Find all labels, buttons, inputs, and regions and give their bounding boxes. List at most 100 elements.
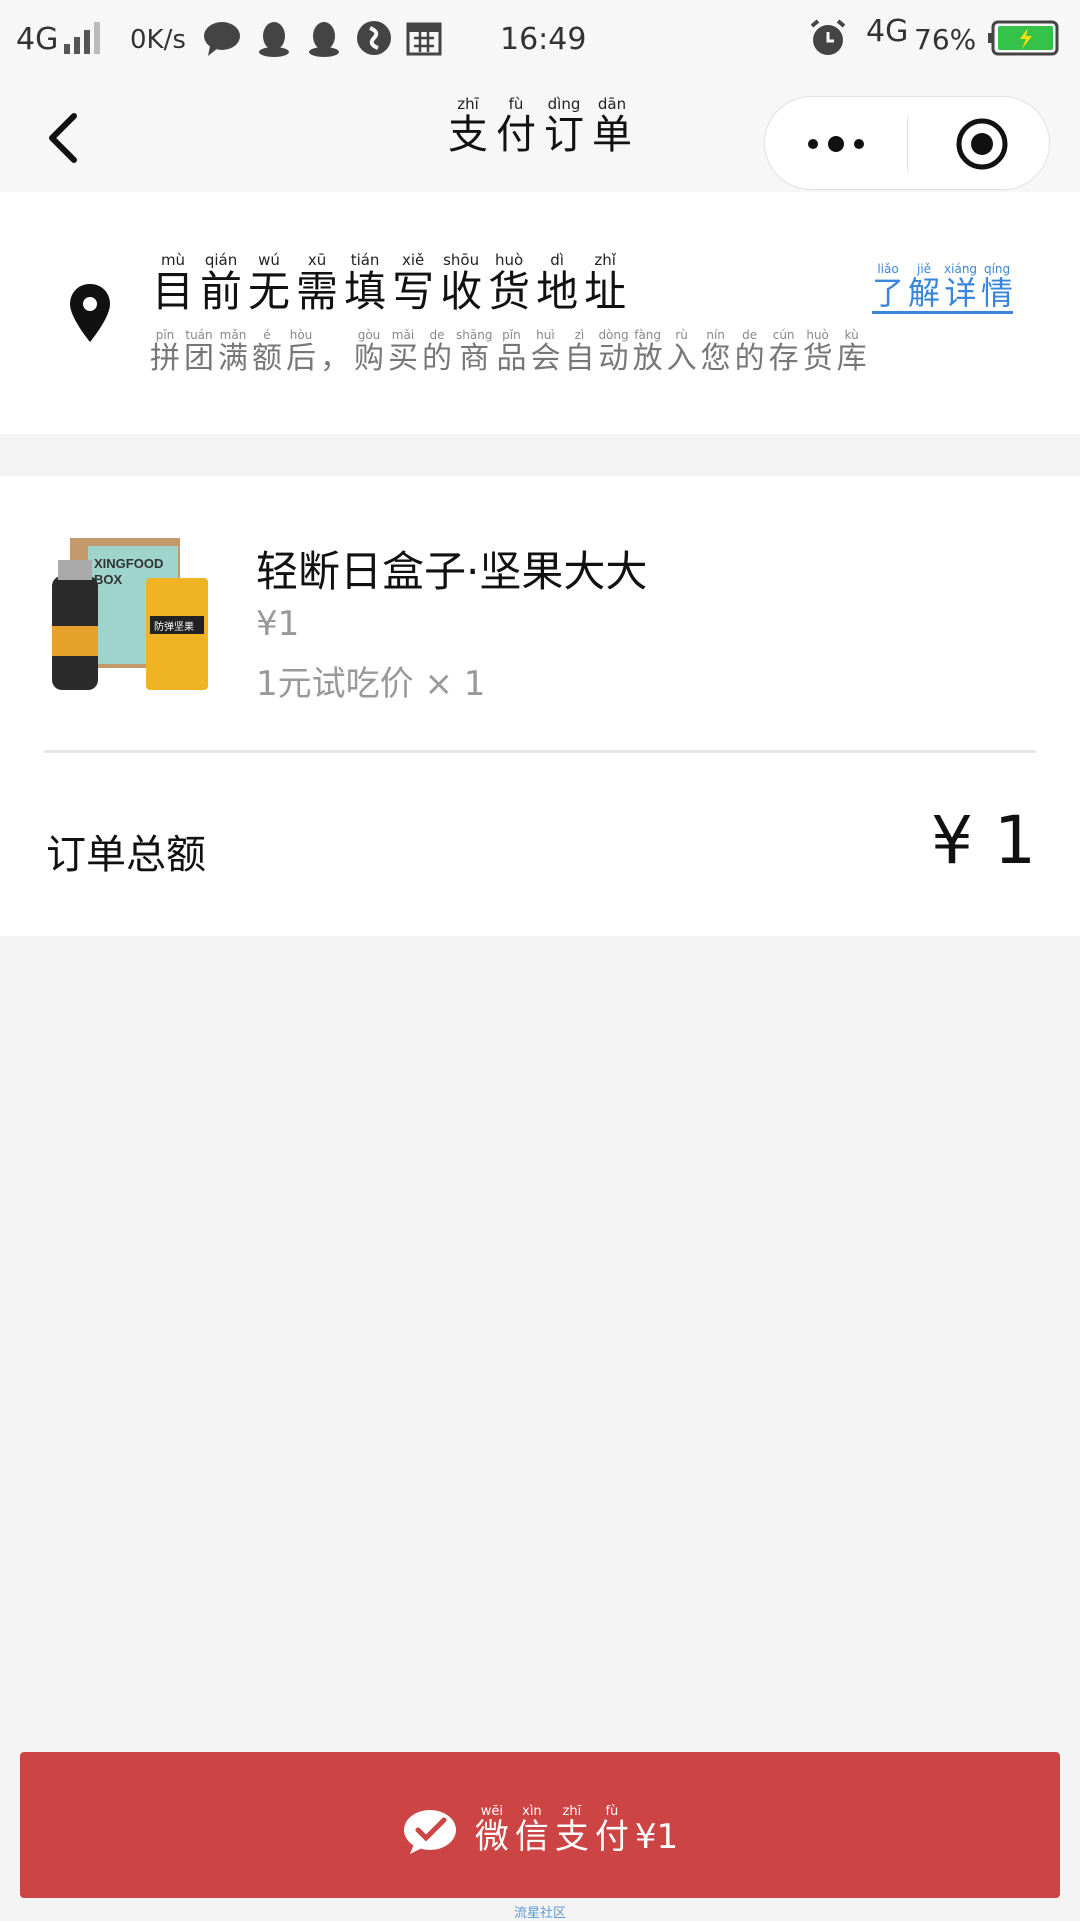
hanzi: 您 xyxy=(700,341,731,376)
nav-bar: zhī 支 fù 付 dìng 订 dān 单 xyxy=(0,84,1080,192)
hanzi: 的 xyxy=(734,341,765,376)
ruby-char: huì 会 xyxy=(530,327,560,375)
order-card: XINGFOOD BOX 防弹坚果 轻断日盒子·坚果大大 ¥1 1元试吃价 × … xyxy=(0,476,1080,936)
ruby-char: de 的 xyxy=(735,327,765,375)
ruby-char: wú 无 xyxy=(248,250,290,314)
hanzi: 订 xyxy=(544,112,584,158)
hanzi: 货 xyxy=(488,267,531,316)
ruby-char: mǎi 买 xyxy=(388,327,418,375)
ruby-char: huò 货 xyxy=(803,327,833,375)
hanzi: 付 xyxy=(594,1817,629,1857)
ruby-char: qián 前 xyxy=(200,250,242,314)
chat-icon xyxy=(204,22,240,56)
ruby-char: pǐn 品 xyxy=(496,327,526,375)
ruby-char: mù 目 xyxy=(152,250,194,314)
order-total-amount: ¥ 1 xyxy=(931,802,1036,879)
hanzi: 微 xyxy=(474,1817,509,1857)
product-thumbnail[interactable]: XINGFOOD BOX 防弹坚果 xyxy=(48,538,224,696)
hanzi: ， xyxy=(320,341,350,376)
mini-program-capsule xyxy=(764,96,1050,190)
hanzi: 解 xyxy=(908,274,941,312)
ruby-char: xiáng 详 xyxy=(944,261,977,311)
ruby-char: liǎo 了 xyxy=(872,261,904,311)
ruby-char: jiě 解 xyxy=(908,261,940,311)
ruby-char: zì 自 xyxy=(564,327,594,375)
page-title-text: zhī 支 fù 付 dìng 订 dān 单 xyxy=(448,94,632,156)
ruby-char: dòng 动 xyxy=(598,327,628,375)
ruby-char: pīn 拼 xyxy=(150,327,180,375)
hanzi: 团 xyxy=(184,341,214,376)
ruby-char: kù 库 xyxy=(837,327,867,375)
hanzi: 的 xyxy=(422,341,452,376)
battery-percent: 76% xyxy=(914,23,977,56)
net-speed: 0K/s xyxy=(130,25,186,55)
ruby-char: qíng 情 xyxy=(981,261,1013,311)
qq-icon xyxy=(309,22,339,57)
pay-button-label: wēi 微 xìn 信 zhī 支 fù 付 ¥1 xyxy=(475,1804,678,1856)
battery-icon xyxy=(988,20,1059,56)
ruby-char: zhǐ 址 xyxy=(584,250,626,314)
ruby-char: rù 入 xyxy=(667,327,697,375)
hanzi: 满 xyxy=(218,341,248,376)
hanzi: 地 xyxy=(536,267,579,316)
ruby-char: huò 货 xyxy=(488,250,530,314)
ruby-char: ， xyxy=(320,327,350,375)
learn-more-link[interactable]: liǎo 了 jiě 解 xiáng 详 qíng 情 xyxy=(872,258,1014,314)
hanzi: 收 xyxy=(440,267,483,316)
hanzi: 情 xyxy=(981,274,1014,312)
hanzi: 商 xyxy=(459,341,490,376)
ruby-char: wēi 微 xyxy=(475,1804,509,1856)
hanzi: 存 xyxy=(768,341,799,376)
watermark: 流星社区 xyxy=(513,1906,566,1921)
box-label-1: XINGFOOD xyxy=(94,556,163,571)
hanzi: 无 xyxy=(248,267,291,316)
ruby-char: dān 单 xyxy=(592,94,632,156)
hanzi: 库 xyxy=(836,341,867,376)
ruby-char: nín 您 xyxy=(701,327,731,375)
hanzi: 详 xyxy=(944,274,977,312)
network-type: 4G xyxy=(16,22,59,57)
hanzi: ¥1 xyxy=(634,1817,679,1857)
address-card: mù 目 qián 前 wú 无 xū 需 tián 填 xiě 写 shōu 收 huò 货 dì 地 zhǐ 址 … xyxy=(0,192,1080,434)
hanzi: 单 xyxy=(592,112,632,158)
wechat-pay-button[interactable]: wēi 微 xìn 信 zhī 支 fù 付 ¥1 xyxy=(20,1752,1060,1898)
ruby-char: shāng 商 xyxy=(456,327,492,375)
hanzi: 址 xyxy=(584,267,627,316)
ruby-char: cún 存 xyxy=(769,327,799,375)
hanzi: 填 xyxy=(344,267,387,316)
ruby-char: tián 填 xyxy=(344,250,386,314)
ruby-char: de 的 xyxy=(422,327,452,375)
more-icon[interactable] xyxy=(805,127,867,161)
ruby-char: tuán 团 xyxy=(184,327,214,375)
hanzi: 信 xyxy=(514,1817,549,1857)
status-bar: 4G 0K/s 16:49 4G 76% xyxy=(0,0,1080,84)
clock: 16:49 xyxy=(500,22,587,57)
product-spec: 1元试吃价 × 1 xyxy=(256,664,486,704)
ruby-char: hòu 后 xyxy=(286,327,316,375)
hanzi: 了 xyxy=(872,274,905,312)
hanzi: 放 xyxy=(632,341,663,376)
ruby-char: xū 需 xyxy=(296,250,338,314)
pinyin: dìng xyxy=(547,95,581,113)
ruby-char: é额 xyxy=(252,327,282,375)
pinyin: fù xyxy=(508,95,524,113)
alarm-icon xyxy=(810,19,846,55)
signal-icon xyxy=(64,22,100,54)
hanzi: 目 xyxy=(152,267,195,316)
bag-label: 防弹坚果 xyxy=(154,620,194,633)
ruby-char: xiě 写 xyxy=(392,250,434,314)
ruby-char: dì 地 xyxy=(536,250,578,314)
product-name[interactable]: 轻断日盒子·坚果大大 xyxy=(256,538,647,599)
hanzi: 动 xyxy=(598,341,629,376)
hanzi: 拼 xyxy=(150,341,180,376)
ruby-char: xìn 信 xyxy=(515,1804,549,1856)
pinyin: zhī xyxy=(457,95,479,113)
pinyin: dān xyxy=(597,95,627,113)
music-icon xyxy=(357,21,391,55)
hanzi: 自 xyxy=(564,341,595,376)
ruby-char: fàng 放 xyxy=(633,327,663,375)
hanzi: 额 xyxy=(252,341,282,376)
order-total-label: 订单总额 xyxy=(46,832,206,878)
ruby-char: zhī 支 xyxy=(555,1804,589,1856)
close-target-icon[interactable] xyxy=(955,117,1009,171)
